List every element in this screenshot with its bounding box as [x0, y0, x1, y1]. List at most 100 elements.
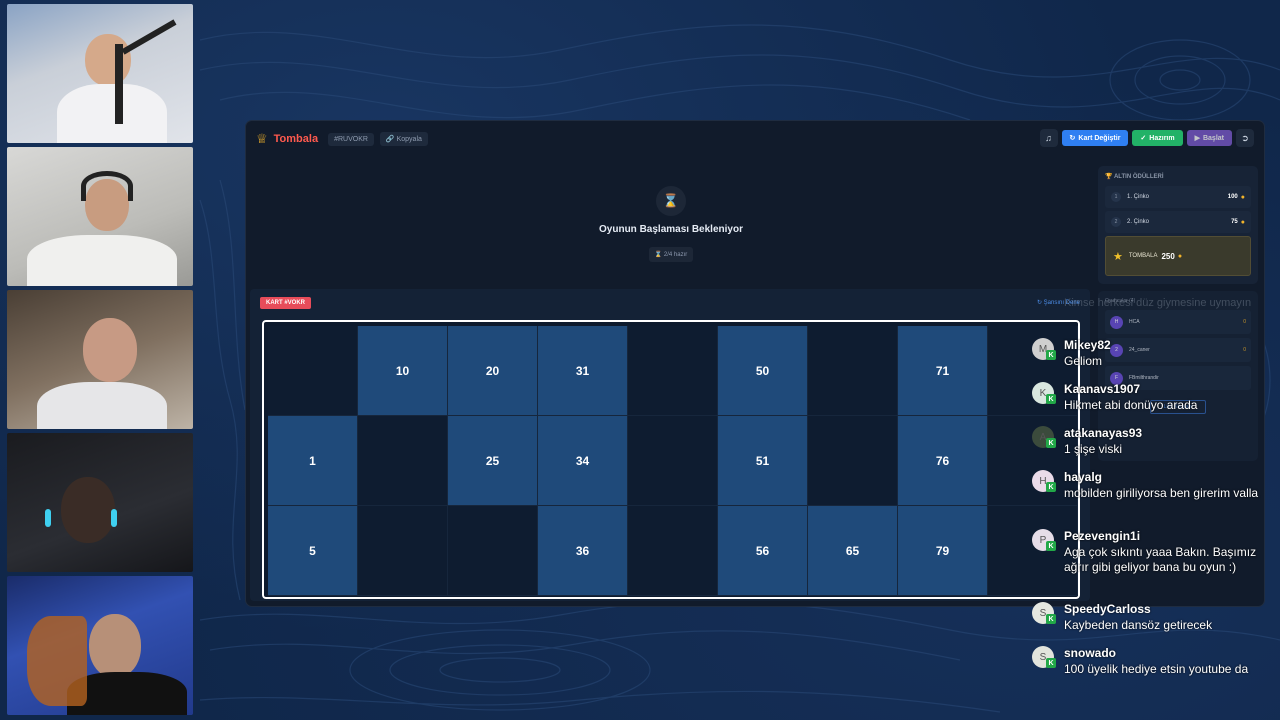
- kick-badge-icon: K: [1046, 658, 1056, 668]
- bingo-cell-empty: [448, 506, 538, 596]
- chat-text: Geliom: [1064, 354, 1103, 368]
- chat-text: 1 şişe viski: [1064, 442, 1123, 456]
- prizes-panel: 🏆 ALTIN ÖDÜLLERİ 1 1. Çinko 100 ● 2 2. Ç…: [1098, 166, 1258, 284]
- chat-text: mobilden giriliyorsa ben girerim valla: [1064, 486, 1259, 500]
- coin-icon: ●: [1240, 218, 1245, 226]
- refresh-icon: ↻: [1069, 135, 1076, 142]
- chat-text: 100 üyelik hediye etsin youtube da: [1064, 662, 1249, 676]
- kick-badge-icon: K: [1046, 541, 1056, 551]
- bingo-grid: 10 20 31 50 71 1 25 34 51 76 5 36 56 65 79: [268, 326, 1078, 596]
- bingo-cell-empty: [358, 416, 448, 506]
- start-button[interactable]: ▶ Başlat: [1186, 130, 1232, 146]
- chat-username[interactable]: hayalg: [1064, 470, 1102, 484]
- webcam-feed-2: [7, 147, 193, 286]
- prize-row: 1 1. Çinko 100 ●: [1105, 186, 1251, 208]
- chat-username[interactable]: Mikey82: [1064, 338, 1111, 352]
- chat-faded-line: Kimse herkesi düz giymesine uymayın: [1064, 297, 1252, 309]
- kick-badge-icon: K: [1046, 614, 1056, 624]
- copy-room-button[interactable]: 🔗 Kopyala: [379, 132, 428, 146]
- webcam-column: [7, 4, 193, 719]
- prize-row: 2 2. Çinko 75 ●: [1105, 211, 1251, 233]
- kick-badge-icon: K: [1046, 438, 1056, 448]
- tombala-value: 250: [1161, 251, 1175, 261]
- hourglass-icon: ⌛: [656, 186, 686, 216]
- chat-username[interactable]: snowado: [1064, 646, 1116, 660]
- bingo-cell-empty: [808, 326, 898, 416]
- webcam-feed-5: [7, 576, 193, 715]
- bingo-cell-number[interactable]: 1: [268, 416, 358, 506]
- play-icon: ▶: [1194, 135, 1200, 142]
- game-topbar: ♕ Tombala #RUVOKR 🔗 Kopyala ♫ ↻ Kart Deği…: [246, 121, 1264, 157]
- star-icon: ★: [1113, 250, 1123, 263]
- waiting-title: Oyunun Başlaması Bekleniyor: [599, 224, 743, 235]
- bingo-cell-number[interactable]: 76: [898, 416, 988, 506]
- prize-number: 2: [1111, 217, 1121, 227]
- chat-username[interactable]: Kaanavs1907: [1064, 382, 1140, 396]
- room-code: #RUVOKR: [328, 132, 374, 146]
- card-badge: KART #VOKR: [260, 297, 312, 309]
- start-label: Başlat: [1202, 134, 1224, 142]
- change-card-button[interactable]: ↻ Kart Değiştir: [1061, 130, 1129, 146]
- kick-badge-icon: K: [1046, 394, 1056, 404]
- webcam-feed-1: [7, 4, 193, 143]
- copy-room-label: Kopyala: [396, 136, 422, 143]
- kick-badge-icon: K: [1046, 350, 1056, 360]
- chat-text: Kaybeden dansöz getirecek: [1064, 618, 1213, 632]
- ready-button[interactable]: ✓ Hazırım: [1132, 130, 1183, 146]
- player-coins: 0: [1243, 319, 1246, 325]
- bingo-cell-number[interactable]: 5: [268, 506, 358, 596]
- bingo-cell-number[interactable]: 79: [898, 506, 988, 596]
- prize-value: 75: [1231, 219, 1238, 225]
- prize-number: 1: [1111, 192, 1121, 202]
- trophy-icon: 🏆: [1105, 174, 1113, 180]
- bingo-cell-number[interactable]: 50: [718, 326, 808, 416]
- bingo-cell-empty: [628, 326, 718, 416]
- prize-value: 100: [1227, 194, 1238, 200]
- player-coins: 0: [1243, 347, 1246, 353]
- ready-label: Hazırım: [1149, 134, 1175, 142]
- player-name: 24_caner: [1129, 347, 1150, 353]
- tombala-logo-icon: ♕: [256, 131, 268, 146]
- tombala-label: TOMBALA: [1128, 253, 1158, 259]
- chat-text: Aga çok sıkıntı yaaa Bakın. Başımız ağrı…: [1064, 545, 1257, 574]
- chat-username[interactable]: atakanayas93: [1064, 426, 1142, 440]
- bingo-cell-number[interactable]: 56: [718, 506, 808, 596]
- player-row: H HCA 0: [1105, 310, 1251, 334]
- chat-text: Hikmet abi donüyo arada: [1064, 398, 1198, 412]
- bingo-cell-number[interactable]: 36: [538, 506, 628, 596]
- bingo-cell-number[interactable]: 65: [808, 506, 898, 596]
- bingo-cell-number[interactable]: 31: [538, 326, 628, 416]
- waiting-panel: ⌛ Oyunun Başlaması Bekleniyor ⌛ 2/4 hazı…: [566, 186, 776, 262]
- bingo-cell-number[interactable]: 51: [718, 416, 808, 506]
- music-icon[interactable]: ♫: [1039, 129, 1058, 147]
- top-actions: ♫ ↻ Kart Değiştir ✓ Hazırım ▶ Başlat ➲: [1039, 129, 1254, 147]
- exit-icon[interactable]: ➲: [1236, 129, 1254, 147]
- app-logo-text: Tombala: [273, 133, 319, 145]
- bingo-cell-number[interactable]: 25: [448, 416, 538, 506]
- bingo-cell-number[interactable]: 71: [898, 326, 988, 416]
- chat-username[interactable]: SpeedyCarloss: [1064, 602, 1151, 616]
- bingo-cell-empty: [808, 416, 898, 506]
- bingo-cell-number[interactable]: 10: [358, 326, 448, 416]
- player-avatar: H: [1110, 315, 1123, 329]
- bingo-card: 10 20 31 50 71 1 25 34 51 76 5 36 56 65 79: [262, 320, 1080, 599]
- kick-badge-icon: K: [1046, 482, 1056, 492]
- webcam-feed-3: [7, 290, 193, 429]
- prizes-title-text: ALTIN ÖDÜLLERİ: [1113, 174, 1164, 180]
- player-name: FBmilthrandir: [1129, 375, 1159, 381]
- change-card-label: Kart Değiştir: [1078, 134, 1121, 142]
- coin-icon: ●: [1240, 193, 1245, 201]
- coin-icon: ●: [1177, 252, 1183, 260]
- chat-username[interactable]: Pezevengin1i: [1064, 529, 1140, 543]
- prize-label: 2. Çinko: [1127, 219, 1150, 225]
- webcam-feed-4: [7, 433, 193, 572]
- player-name: HCA: [1129, 319, 1140, 325]
- bingo-cell-empty: [628, 506, 718, 596]
- bingo-cell-number[interactable]: 20: [448, 326, 538, 416]
- check-icon: ✓: [1140, 135, 1147, 142]
- bingo-cell-empty: [358, 506, 448, 596]
- prize-label: 1. Çinko: [1127, 194, 1150, 200]
- bingo-cell-number[interactable]: 34: [538, 416, 628, 506]
- ready-count-text: 2/4 hazır: [663, 252, 688, 258]
- tombala-prize-row: ★ TOMBALA 250 ●: [1105, 236, 1251, 276]
